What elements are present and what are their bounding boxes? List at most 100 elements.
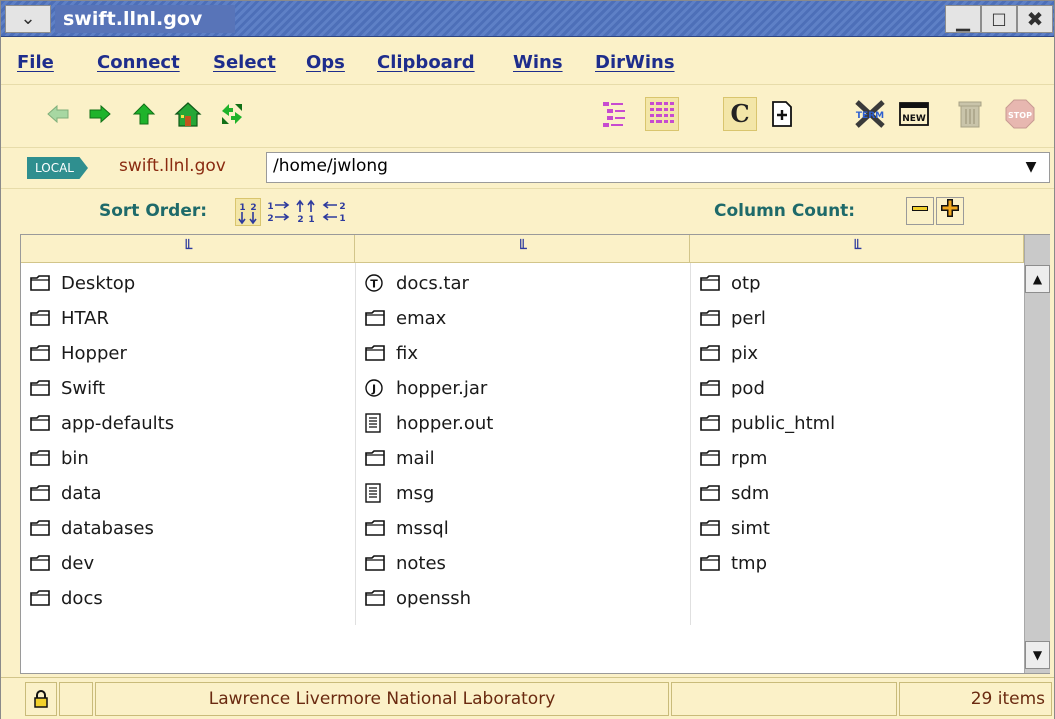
maximize-button[interactable]: □ <box>981 5 1017 33</box>
file-item[interactable]: tmp <box>699 548 767 578</box>
path-dropdown-button[interactable]: ▼ <box>1016 154 1046 181</box>
file-item[interactable]: Jhopper.jar <box>364 373 487 403</box>
column-header-1[interactable]: ╙ <box>21 235 355 263</box>
file-item[interactable]: pix <box>699 338 758 368</box>
minimize-button[interactable]: ▁ <box>945 5 981 33</box>
sort-across-icon: 12 <box>267 201 290 224</box>
up-directory-button[interactable] <box>127 97 161 131</box>
file-name: perl <box>731 307 766 329</box>
forward-button[interactable] <box>83 97 117 131</box>
home-button[interactable] <box>171 97 205 131</box>
path-field[interactable]: /home/jwlong <box>266 152 1050 183</box>
sort-descending-button[interactable]: 21 <box>293 198 319 226</box>
file-item[interactable]: Tdocs.tar <box>364 268 469 298</box>
title-bar[interactable]: ⌄ swift.llnl.gov ▁ □ ✖ <box>1 1 1054 37</box>
menu-clipboard[interactable]: Clipboard <box>377 52 475 73</box>
svg-text:TERM: TERM <box>856 111 884 121</box>
menu-file[interactable]: File <box>17 52 54 73</box>
column-header-3[interactable]: ╙ <box>690 235 1024 263</box>
new-window-button[interactable]: NEW <box>897 97 931 131</box>
file-item[interactable]: otp <box>699 268 761 298</box>
close-button[interactable]: ✖ <box>1017 5 1053 33</box>
back-button[interactable] <box>41 97 75 131</box>
sort-reverse-across-button[interactable]: 21 <box>321 198 347 226</box>
case-sensitive-button[interactable]: C <box>723 97 757 131</box>
file-item[interactable]: rpm <box>699 443 767 473</box>
folder-icon <box>699 378 723 398</box>
file-item[interactable]: app-defaults <box>29 408 174 438</box>
sort-across-button[interactable]: 12 <box>265 198 291 226</box>
file-name: app-defaults <box>61 412 175 434</box>
window-menu-button[interactable]: ⌄ <box>5 5 51 33</box>
file-item[interactable]: fix <box>364 338 418 368</box>
folder-icon <box>29 308 53 328</box>
scroll-down-button[interactable]: ▼ <box>1025 641 1050 669</box>
sort-name-asc-button[interactable]: 12 <box>235 198 261 226</box>
stop-button[interactable]: STOP <box>1003 97 1037 131</box>
file-item[interactable]: bin <box>29 443 89 473</box>
folder-icon <box>364 308 388 328</box>
refresh-icon <box>222 104 242 124</box>
folder-icon <box>699 308 723 328</box>
terminal-button[interactable]: TERM <box>853 97 887 131</box>
file-item[interactable]: mssql <box>364 513 449 543</box>
svg-text:NEW: NEW <box>902 114 926 124</box>
scroll-up-button[interactable]: ▲ <box>1025 265 1050 293</box>
file-item[interactable]: public_html <box>699 408 835 438</box>
status-bar: Lawrence Livermore National Laboratory 2… <box>1 677 1054 719</box>
svg-text:J: J <box>371 383 376 396</box>
column-count-decrease-button[interactable] <box>906 197 934 225</box>
file-item[interactable]: data <box>29 478 102 508</box>
file-item[interactable]: perl <box>699 303 766 333</box>
file-item[interactable]: openssh <box>364 583 471 613</box>
file-item[interactable]: emax <box>364 303 446 333</box>
file-item[interactable]: Swift <box>29 373 105 403</box>
file-item[interactable]: msg <box>364 478 434 508</box>
arrow-left-icon <box>47 104 69 124</box>
file-name: notes <box>396 552 446 574</box>
folder-icon <box>699 553 723 573</box>
vertical-scrollbar[interactable]: ▲ ▼ <box>1024 235 1050 673</box>
file-item[interactable]: dev <box>29 548 94 578</box>
column-divider <box>355 263 356 625</box>
stop-icon: STOP <box>1005 99 1035 129</box>
file-item[interactable]: Desktop <box>29 268 135 298</box>
column-view-button[interactable] <box>645 97 679 131</box>
file-item[interactable]: simt <box>699 513 770 543</box>
file-item[interactable]: hopper.out <box>364 408 493 438</box>
file-item[interactable]: sdm <box>699 478 769 508</box>
lock-status <box>25 682 57 716</box>
menu-select[interactable]: Select <box>213 52 276 73</box>
tree-view-button[interactable] <box>597 97 631 131</box>
file-item[interactable]: Hopper <box>29 338 127 368</box>
folder-icon <box>29 378 53 398</box>
file-name: rpm <box>731 447 768 469</box>
column-count-increase-button[interactable] <box>936 197 964 225</box>
svg-text:C: C <box>730 100 749 128</box>
new-file-button[interactable] <box>765 97 799 131</box>
menu-wins[interactable]: Wins <box>513 52 563 73</box>
file-item[interactable]: pod <box>699 373 765 403</box>
menu-dirwins[interactable]: DirWins <box>595 52 675 73</box>
file-item[interactable]: notes <box>364 548 446 578</box>
menu-ops[interactable]: Ops <box>306 52 345 73</box>
svg-text:2: 2 <box>297 215 303 224</box>
folder-icon <box>29 483 53 503</box>
file-item[interactable]: HTAR <box>29 303 109 333</box>
file-name: mssql <box>396 517 449 539</box>
refresh-button[interactable] <box>215 97 249 131</box>
file-name: public_html <box>731 412 836 434</box>
file-item[interactable]: databases <box>29 513 154 543</box>
menu-connect[interactable]: Connect <box>97 52 180 73</box>
column-view-icon <box>650 102 674 123</box>
column-header-2[interactable]: ╙ <box>355 235 690 263</box>
svg-text:1: 1 <box>308 215 314 224</box>
folder-icon <box>364 588 388 608</box>
chevron-down-icon: ⌄ <box>20 8 36 29</box>
file-item[interactable]: docs <box>29 583 103 613</box>
folder-icon <box>364 343 388 363</box>
delete-button[interactable] <box>953 97 987 131</box>
file-item[interactable]: mail <box>364 443 435 473</box>
toolbar: C TERM NEW STOP <box>1 84 1054 146</box>
file-name: docs.tar <box>396 272 469 294</box>
